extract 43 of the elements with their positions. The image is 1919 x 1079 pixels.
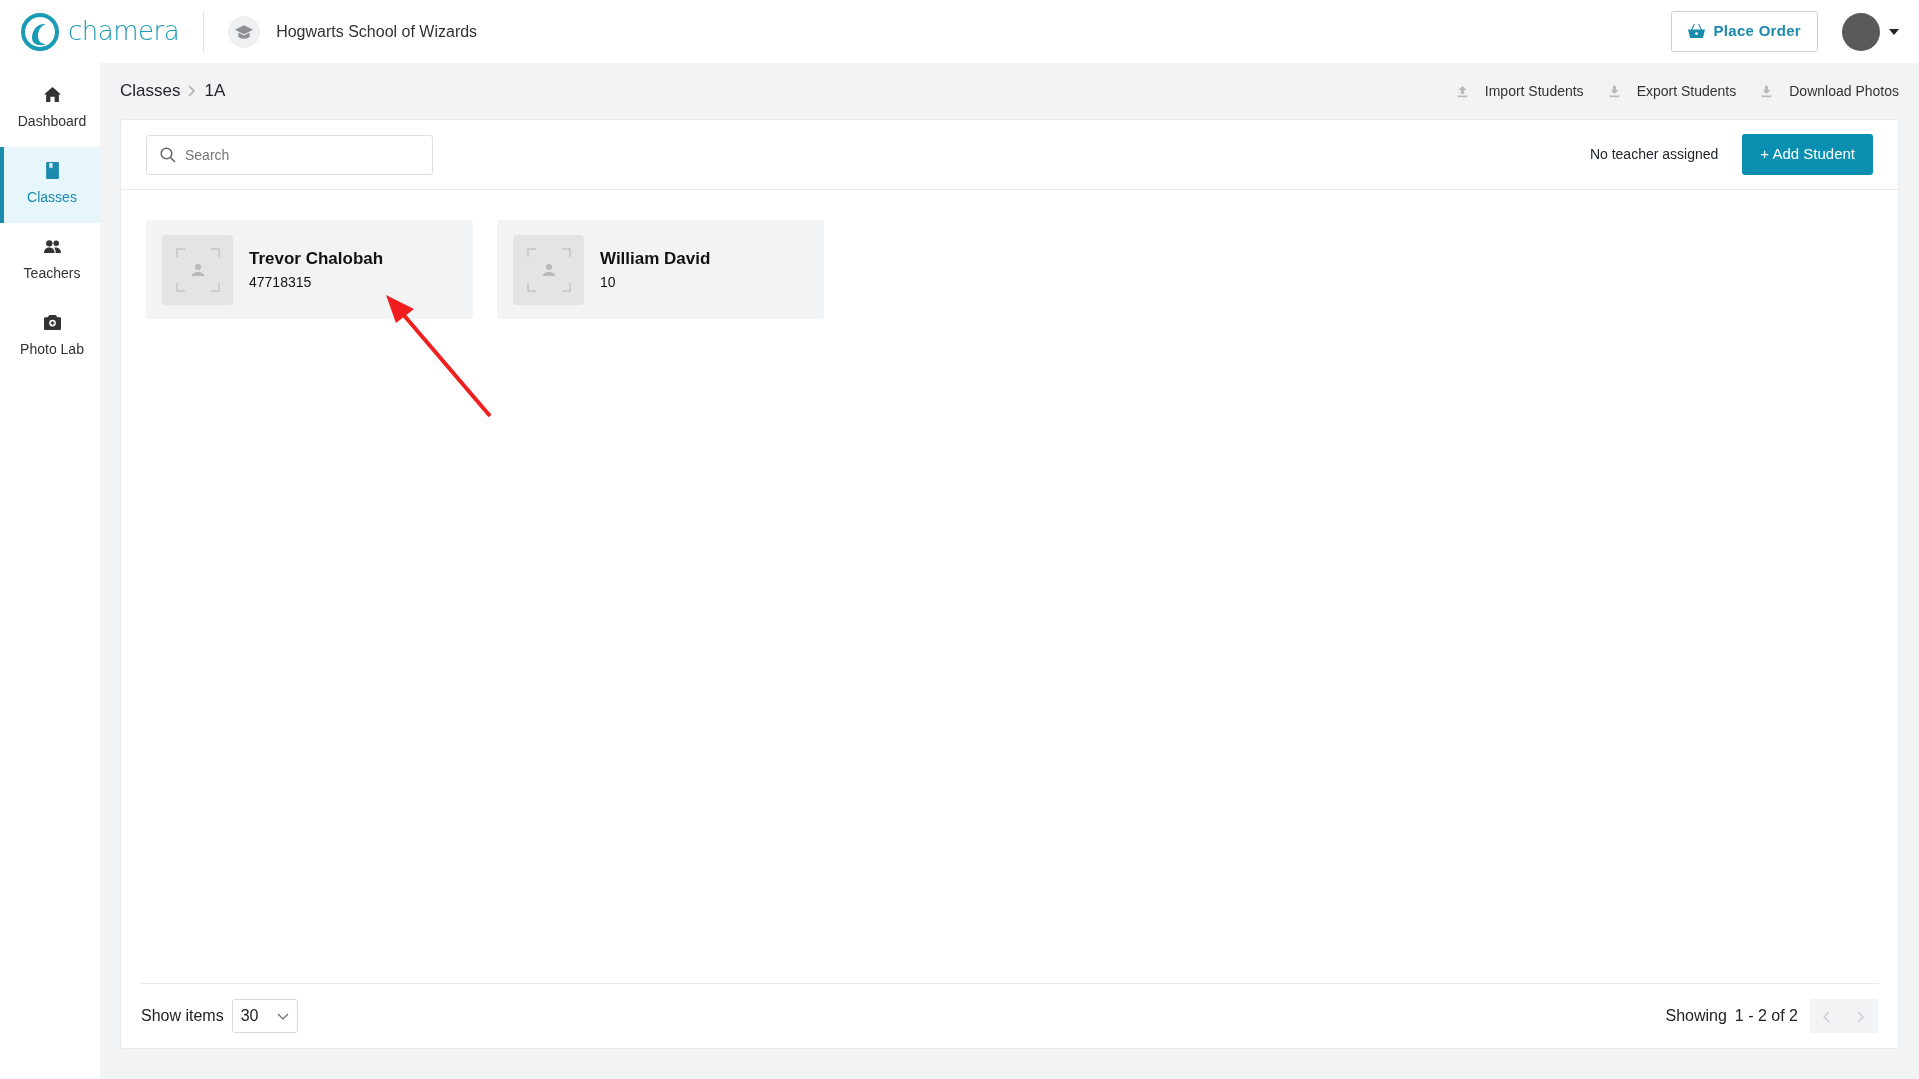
- avatar[interactable]: [1842, 12, 1880, 51]
- student-card[interactable]: William David 10: [497, 220, 824, 319]
- download-icon: [1760, 84, 1774, 98]
- place-order-button[interactable]: Place Order: [1671, 11, 1818, 52]
- graduation-cap-icon: [235, 22, 254, 41]
- download-icon: [1607, 84, 1621, 98]
- breadcrumb-link[interactable]: 1A: [204, 78, 226, 104]
- chevron-right-icon: [1857, 1010, 1865, 1023]
- breadcrumb-link[interactable]: Classes: [120, 78, 181, 104]
- person-placeholder-icon: [526, 247, 571, 292]
- page-range: 1 - 2 of 2: [1734, 1006, 1798, 1026]
- upload-icon: [1455, 84, 1469, 98]
- sidebar-item[interactable]: Photo Lab: [0, 299, 100, 375]
- showing-label: Showing: [1665, 1006, 1727, 1026]
- book-icon: [43, 162, 61, 179]
- basket-icon: [1688, 23, 1706, 40]
- sidebar-item[interactable]: Classes: [0, 147, 100, 223]
- student-number: 47718315: [249, 272, 313, 292]
- action-link[interactable]: Import Students: [1455, 80, 1584, 102]
- sidebar-item[interactable]: Dashboard: [0, 71, 100, 147]
- student-name: William David: [600, 248, 711, 271]
- logo-icon: [20, 11, 60, 52]
- action-link[interactable]: Download Photos: [1760, 80, 1899, 102]
- teacher-status: No teacher assigned: [1589, 145, 1719, 164]
- student-card[interactable]: Trevor Chalobah 47718315: [146, 220, 473, 319]
- home-icon: [43, 86, 61, 103]
- caret-icon: [1889, 28, 1899, 35]
- search-field[interactable]: Search: [146, 134, 433, 175]
- sidebar-item[interactable]: Teachers: [0, 223, 100, 299]
- add-student-button[interactable]: + Add Student: [1742, 134, 1873, 175]
- logo-text: chamera: [68, 15, 180, 48]
- action-link[interactable]: Export Students: [1607, 80, 1737, 102]
- chevron-down-icon: [276, 1012, 289, 1020]
- people-icon: [43, 238, 61, 255]
- chevron-right-icon: [188, 85, 197, 97]
- school-name: Hogwarts School of Wizards: [276, 21, 478, 42]
- chevron-left-icon: [1823, 1010, 1831, 1023]
- student-number: 10: [600, 272, 617, 292]
- camera-icon: [43, 314, 61, 331]
- student-name: Trevor Chalobah: [249, 248, 384, 271]
- person-placeholder-icon: [175, 247, 220, 292]
- page-size-select[interactable]: 30: [231, 999, 298, 1033]
- show-items-label: Show items: [141, 1006, 224, 1026]
